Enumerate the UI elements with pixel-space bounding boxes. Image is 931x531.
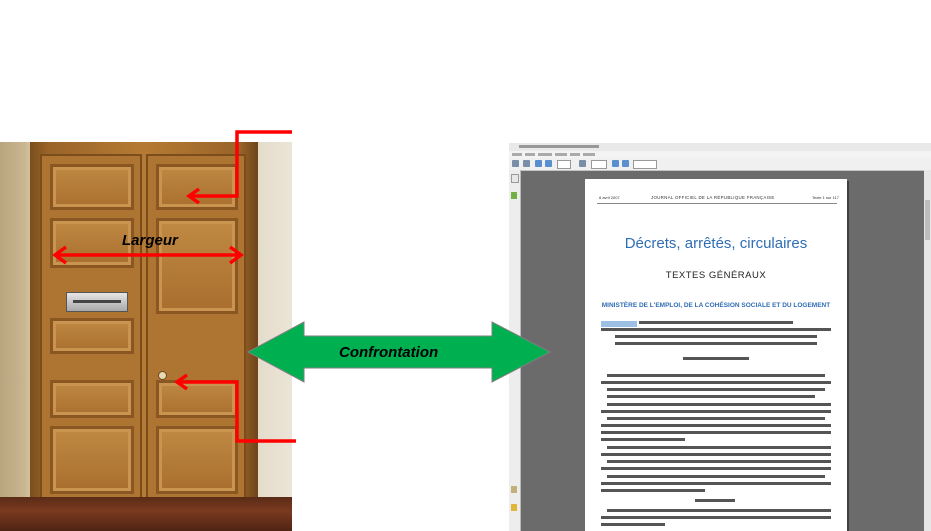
red-arrow-bottom	[173, 373, 296, 443]
red-arrow-top	[185, 130, 292, 205]
confrontation-label: Confrontation	[339, 344, 439, 361]
largeur-label: Largeur	[122, 232, 178, 249]
red-arrow-largeur	[52, 245, 244, 265]
arrows-overlay	[52, 130, 552, 443]
